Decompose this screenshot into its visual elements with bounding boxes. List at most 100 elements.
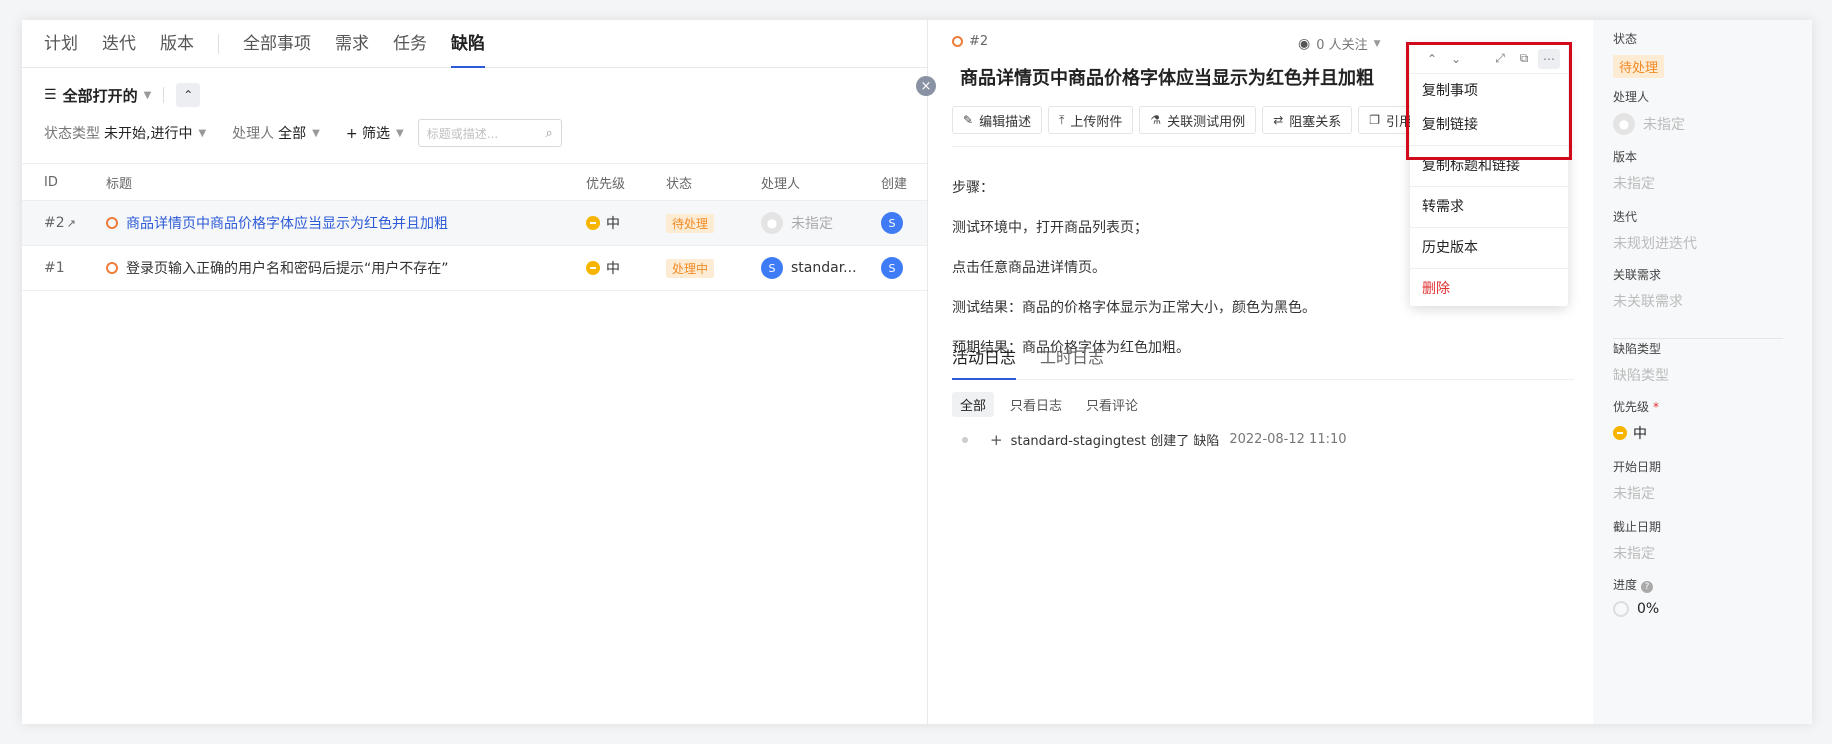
priority-select[interactable]: 中 — [1613, 423, 1659, 443]
more-icon[interactable]: ⋯ — [1538, 48, 1560, 69]
row-title-text[interactable]: 登录页输入正确的用户名和密码后提示“用户不存在” — [126, 258, 449, 278]
add-filter-button[interactable]: + 筛选 — [346, 123, 390, 143]
col-title[interactable]: 标题 — [106, 173, 586, 192]
menu-copy-item[interactable]: 复制事项 — [1410, 74, 1568, 108]
row-title[interactable]: 商品详情页中商品价格字体应当显示为红色并且加粗 — [106, 213, 586, 233]
tab-all-items[interactable]: 全部事项 — [243, 20, 311, 68]
log-filter-logs[interactable]: 只看日志 — [1002, 392, 1070, 417]
chevron-down-icon: ▼ — [396, 127, 404, 139]
view-selector[interactable]: ☰ 全部打开的 ▼ — [44, 85, 151, 106]
tab-version[interactable]: 版本 — [160, 20, 194, 68]
prop-label: 状态 — [1613, 32, 1638, 46]
log-entry: + standard-stagingtest 创建了 缺陷 2022-08-12… — [962, 430, 1347, 449]
chevron-up-icon[interactable]: ⌃ — [1422, 52, 1442, 66]
log-filter-comments[interactable]: 只看评论 — [1078, 392, 1146, 417]
col-status[interactable]: 状态 — [666, 173, 761, 192]
tab-bugs[interactable]: 缺陷 — [451, 20, 485, 68]
prop-iteration: 迭代 未规划进迭代 — [1613, 208, 1697, 253]
bug-type-select[interactable]: 缺陷类型 — [1613, 365, 1669, 385]
tab-plan[interactable]: 计划 — [44, 20, 78, 68]
help-icon[interactable]: ? — [1641, 581, 1654, 593]
close-detail-button[interactable]: × — [916, 76, 936, 96]
start-date-picker[interactable]: 未指定 — [1613, 483, 1661, 503]
log-tabs: 活动日志 工时日志 — [952, 342, 1574, 380]
search-placeholder: 标题或描述... — [426, 126, 499, 141]
col-creator[interactable]: 创建 — [881, 173, 921, 192]
owner-select[interactable]: ● 未指定 — [1613, 113, 1685, 135]
menu-copy-title-link[interactable]: 复制标题和链接 — [1410, 149, 1568, 183]
row-owner[interactable]: ● 未指定 — [761, 212, 881, 234]
prop-end-date: 截止日期 未指定 — [1613, 518, 1661, 563]
col-owner[interactable]: 处理人 — [761, 173, 881, 192]
search-input[interactable]: 标题或描述... ⌕ — [417, 119, 562, 147]
priority-medium-icon — [586, 261, 600, 275]
menu-header-controls: ⌃ ⌄ ⤢ ⧉ ⋯ — [1410, 44, 1568, 74]
avatar: S — [761, 257, 783, 279]
quote-icon: ❐ — [1369, 113, 1381, 127]
iteration-select[interactable]: 未规划进迭代 — [1613, 233, 1697, 253]
plus-icon: + — [990, 430, 1003, 449]
status-type-select[interactable]: 未开始,进行中 — [104, 123, 192, 143]
row-priority[interactable]: 中 — [586, 213, 666, 233]
col-priority[interactable]: 优先级 — [586, 173, 666, 192]
top-nav: 计划 迭代 版本 全部事项 需求 任务 缺陷 — [22, 20, 927, 68]
blocking-relation-button[interactable]: ⇄ 阻塞关系 — [1262, 106, 1353, 134]
chevron-down-icon[interactable]: ⌄ — [1446, 52, 1466, 66]
collapse-filters-button[interactable]: ⌃ — [176, 83, 201, 107]
prop-start-date: 开始日期 未指定 — [1613, 458, 1661, 503]
close-icon: × — [920, 78, 932, 94]
menu-copy-link[interactable]: 复制链接 — [1410, 108, 1568, 142]
end-date-picker[interactable]: 未指定 — [1613, 543, 1661, 563]
menu-convert-requirement[interactable]: 转需求 — [1410, 190, 1568, 224]
row-title-text[interactable]: 商品详情页中商品价格字体应当显示为红色并且加粗 — [126, 213, 448, 233]
prop-label: 进度? — [1613, 576, 1659, 593]
expand-icon[interactable]: ⤢ — [1490, 51, 1510, 66]
row-owner[interactable]: S standar... — [761, 257, 881, 279]
watch-label: 0 人关注 — [1316, 38, 1368, 53]
status-badge: 待处理 — [666, 213, 715, 233]
row-title[interactable]: 登录页输入正确的用户名和密码后提示“用户不存在” — [106, 258, 586, 278]
watch-button[interactable]: ◉ 0 人关注 ▼ — [1298, 34, 1381, 54]
edit-description-button[interactable]: ✎ 编辑描述 — [952, 106, 1043, 134]
description-line: 步骤： — [952, 180, 994, 196]
version-select[interactable]: 未指定 — [1613, 173, 1655, 193]
link-test-case-button[interactable]: ⚗ 关联测试用例 — [1139, 106, 1257, 134]
prop-label: 缺陷类型 — [1613, 342, 1662, 356]
description-line: 点击任意商品进详情页。 — [952, 260, 1106, 276]
tab-activity-log[interactable]: 活动日志 — [952, 342, 1017, 380]
tab-requirements[interactable]: 需求 — [335, 20, 369, 68]
menu-divider — [1410, 227, 1568, 228]
bug-icon — [106, 262, 118, 274]
tab-iteration[interactable]: 迭代 — [102, 20, 136, 68]
owner-filter-select[interactable]: 全部 — [278, 123, 306, 143]
open-new-window-icon[interactable]: ⧉ — [1514, 51, 1534, 66]
requirement-select[interactable]: 未关联需求 — [1613, 291, 1683, 311]
table-header: ID 标题 优先级 状态 处理人 创建 — [22, 163, 927, 201]
properties-sidebar: 状态 待处理 处理人 ● 未指定 版本 未指定 迭代 未规划进迭代 关联需求 未关… — [1593, 20, 1812, 724]
table-row[interactable]: #2 ↗ 商品详情页中商品价格字体应当显示为红色并且加粗 中 待处理 ● 未指定 … — [22, 201, 927, 246]
row-status[interactable]: 待处理 — [666, 213, 761, 233]
menu-delete[interactable]: 删除 — [1410, 272, 1568, 306]
upload-attachment-button[interactable]: ⤒ 上传附件 — [1048, 106, 1134, 134]
detail-title[interactable]: 商品详情页中商品价格字体应当显示为红色并且加粗 — [960, 64, 1374, 90]
table-row[interactable]: #1 登录页输入正确的用户名和密码后提示“用户不存在” 中 处理中 S stan… — [22, 246, 927, 291]
bug-icon — [106, 217, 118, 229]
prop-label: 开始日期 — [1613, 460, 1662, 474]
prop-owner: 处理人 ● 未指定 — [1613, 88, 1685, 135]
log-filter-all[interactable]: 全部 — [952, 392, 995, 417]
col-id[interactable]: ID — [22, 175, 106, 190]
tab-tasks[interactable]: 任务 — [393, 20, 427, 68]
double-chevron-up-icon: ⌃ — [183, 88, 194, 102]
prop-label: 关联需求 — [1613, 268, 1662, 282]
status-badge[interactable]: 待处理 — [1613, 55, 1665, 78]
progress-input[interactable]: 0% — [1613, 601, 1659, 617]
menu-history[interactable]: 历史版本 — [1410, 231, 1568, 265]
tab-worktime-log[interactable]: 工时日志 — [1040, 342, 1104, 380]
row-status[interactable]: 处理中 — [666, 258, 761, 278]
owner-filter-label: 处理人 — [232, 126, 275, 142]
row-priority[interactable]: 中 — [586, 258, 666, 278]
description-line: 测试环境中，打开商品列表页； — [952, 220, 1148, 236]
open-link-icon[interactable]: ↗ — [67, 217, 76, 230]
avatar-placeholder-icon: ● — [1613, 113, 1635, 135]
relation-icon: ⇄ — [1273, 113, 1284, 127]
